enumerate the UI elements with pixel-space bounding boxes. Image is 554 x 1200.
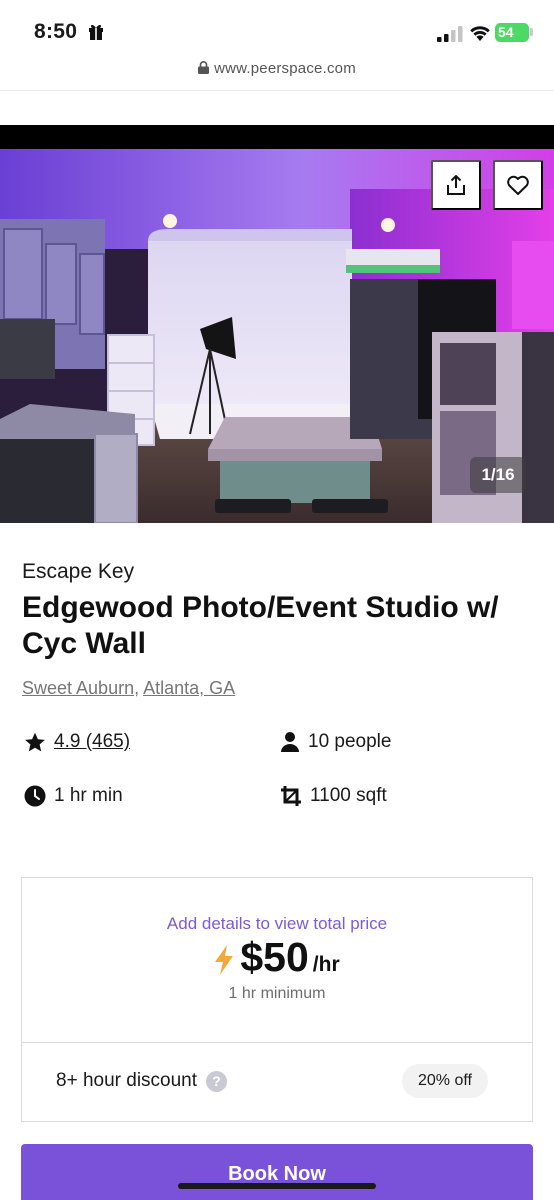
clock-icon: [24, 785, 46, 807]
url-text: www.peerspace.com: [214, 60, 356, 77]
price-amount: $50: [240, 934, 309, 980]
battery-level: 54: [498, 24, 514, 40]
price-minimum: 1 hr minimum: [228, 985, 326, 1002]
rating-stat[interactable]: 4.9 (465): [24, 731, 130, 753]
heart-icon: [507, 175, 529, 195]
listing-title: Edgewood Photo/Event Studio w/ Cyc Wall: [22, 591, 499, 660]
battery-icon: 54: [495, 23, 529, 42]
home-indicator: [178, 1183, 376, 1189]
price-card: Add details to view total price $50/hr 1…: [21, 877, 533, 1122]
signal-icon: [437, 26, 463, 42]
wifi-icon: [470, 26, 490, 41]
favorite-button[interactable]: [493, 160, 543, 210]
minimum-value: 1 hr min: [54, 785, 123, 806]
share-icon: [447, 175, 465, 195]
book-now-button[interactable]: Book Now: [21, 1144, 533, 1200]
location-separator: ,: [134, 678, 144, 698]
crop-icon: [281, 786, 301, 806]
price-note-link[interactable]: Add details to view total price: [22, 914, 532, 934]
price-row: $50/hr: [22, 934, 532, 981]
discount-badge: 20% off: [402, 1064, 488, 1098]
status-bar: 8:50 54: [0, 0, 554, 60]
battery-cap: [530, 28, 533, 36]
url-bar[interactable]: www.peerspace.com: [0, 60, 554, 90]
price-unit: /hr: [312, 953, 340, 976]
url-divider: [0, 90, 554, 91]
price-summary: Add details to view total price $50/hr 1…: [22, 878, 532, 1042]
host-name: Escape Key: [22, 560, 135, 583]
gift-icon: [89, 24, 103, 40]
discount-row: 8+ hour discount ?: [56, 1070, 228, 1092]
capacity-stat: 10 people: [280, 731, 391, 753]
hero-photo[interactable]: 1/16: [0, 149, 554, 523]
city-link[interactable]: Atlanta, GA: [143, 678, 235, 698]
discount-label: 8+ hour discount: [56, 1070, 198, 1091]
page: 8:50 54 www.peerspace.com 1/16 Escape Ke…: [0, 0, 554, 1200]
capacity-value: 10 people: [308, 731, 392, 752]
neighborhood-link[interactable]: Sweet Auburn: [22, 678, 134, 698]
media-top-band: [0, 125, 554, 149]
size-value: 1100 sqft: [310, 785, 387, 806]
lightning-bolt-icon: [215, 945, 234, 975]
person-icon: [281, 732, 299, 752]
help-icon[interactable]: ?: [206, 1070, 228, 1092]
photo-counter: 1/16: [470, 457, 526, 493]
minimum-stat: 1 hr min: [24, 785, 123, 807]
star-icon: [25, 732, 45, 751]
location: Sweet Auburn, Atlanta, GA: [22, 678, 235, 699]
share-button[interactable]: [431, 160, 481, 210]
status-time: 8:50: [34, 20, 78, 43]
rating-value[interactable]: 4.9 (465): [54, 731, 130, 753]
lock-icon: [198, 61, 210, 74]
price-divider: [22, 1042, 532, 1043]
size-stat: 1100 sqft: [280, 785, 387, 807]
